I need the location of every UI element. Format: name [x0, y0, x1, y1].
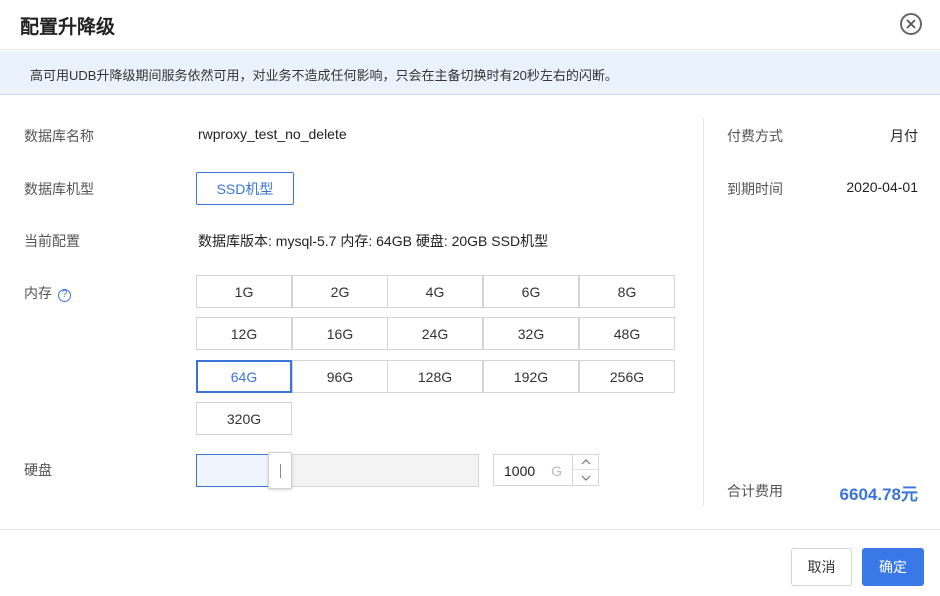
increment-button[interactable] — [573, 455, 598, 470]
disk-slider[interactable] — [196, 452, 479, 489]
disk-slider-filled — [196, 454, 272, 487]
expire-value: 2020-04-01 — [846, 179, 918, 195]
db-name-value: rwproxy_test_no_delete — [198, 126, 347, 142]
db-type-label: 数据库机型 — [24, 181, 94, 197]
memory-option-24g[interactable]: 24G — [387, 317, 483, 350]
memory-option-6g[interactable]: 6G — [483, 275, 579, 308]
total-price: 6604.78元 — [839, 485, 918, 504]
disk-size-unit: G — [551, 463, 562, 479]
ssd-type-button[interactable]: SSD机型 — [196, 172, 294, 205]
disk-size-input[interactable]: 1000 G — [493, 454, 573, 486]
memory-label-row: 内存? — [24, 283, 71, 303]
db-name-label: 数据库名称 — [24, 128, 94, 144]
chevron-up-icon — [581, 459, 590, 465]
config-upgrade-dialog: 配置升降级 高可用UDB升降级期间服务依然可用，对业务不造成任何影响，只会在主备… — [0, 0, 940, 596]
disk-size-value: 1000 — [504, 463, 536, 479]
close-icon — [906, 19, 916, 29]
vertical-divider — [703, 118, 704, 506]
memory-label: 内存 — [24, 285, 52, 301]
memory-option-16g[interactable]: 16G — [292, 317, 388, 350]
decrement-button[interactable] — [573, 470, 598, 485]
help-icon[interactable]: ? — [58, 288, 71, 302]
payment-label: 付费方式 — [727, 128, 783, 144]
memory-option-320g[interactable]: 320G — [196, 402, 292, 435]
expire-label: 到期时间 — [727, 181, 783, 197]
disk-size-stepper — [573, 454, 599, 486]
dialog-title: 配置升降级 — [20, 17, 116, 38]
footer-divider — [0, 529, 940, 530]
memory-option-128g[interactable]: 128G — [387, 360, 483, 393]
memory-option-48g[interactable]: 48G — [579, 317, 675, 350]
memory-option-2g[interactable]: 2G — [292, 275, 388, 308]
payment-value: 月付 — [890, 128, 918, 144]
memory-option-1g[interactable]: 1G — [196, 275, 292, 308]
memory-option-12g[interactable]: 12G — [196, 317, 292, 350]
notice-banner: 高可用UDB升降级期间服务依然可用，对业务不造成任何影响，只会在主备切换时有20… — [0, 51, 940, 95]
notice-text: 高可用UDB升降级期间服务依然可用，对业务不造成任何影响，只会在主备切换时有20… — [30, 68, 618, 83]
disk-slider-track — [272, 454, 479, 487]
memory-option-64g[interactable]: 64G — [196, 360, 292, 393]
disk-label: 硬盘 — [24, 462, 52, 478]
chevron-down-icon — [581, 475, 590, 481]
disk-slider-handle[interactable] — [268, 452, 292, 489]
total-label: 合计费用 — [727, 483, 783, 499]
memory-option-256g[interactable]: 256G — [579, 360, 675, 393]
close-button[interactable] — [900, 13, 922, 35]
dialog-header: 配置升降级 — [0, 0, 940, 50]
memory-option-96g[interactable]: 96G — [292, 360, 388, 393]
memory-option-8g[interactable]: 8G — [579, 275, 675, 308]
current-config-value: 数据库版本: mysql-5.7 内存: 64GB 硬盘: 20GB SSD机型 — [198, 233, 549, 249]
current-config-label: 当前配置 — [24, 233, 80, 249]
confirm-button[interactable]: 确定 — [862, 548, 924, 586]
memory-option-32g[interactable]: 32G — [483, 317, 579, 350]
cancel-button[interactable]: 取消 — [791, 548, 852, 586]
memory-option-4g[interactable]: 4G — [387, 275, 483, 308]
memory-option-192g[interactable]: 192G — [483, 360, 579, 393]
